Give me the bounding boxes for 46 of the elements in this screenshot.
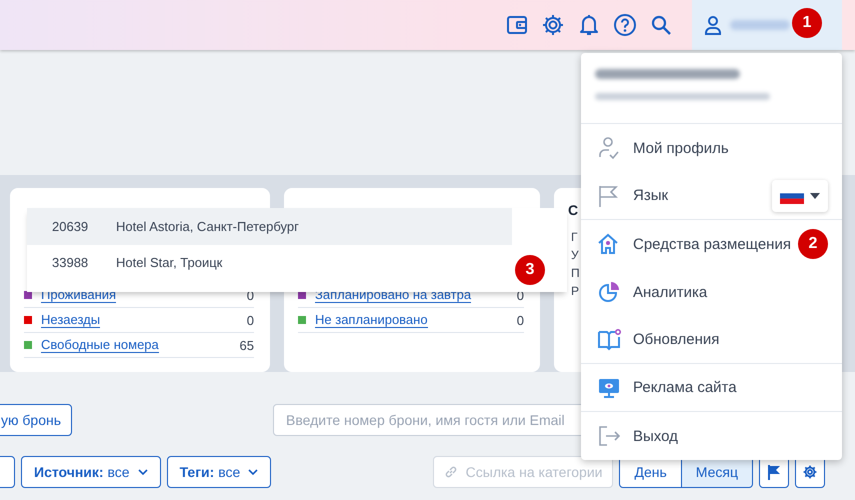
chevron-icon	[248, 469, 258, 475]
chevron-icon	[138, 469, 148, 475]
stat-count: 0	[246, 312, 254, 328]
link-icon	[444, 465, 458, 479]
house-icon	[597, 232, 619, 256]
settings-icon[interactable]	[541, 13, 565, 37]
menu-item[interactable]: Реклама сайта	[633, 379, 737, 396]
callout-badge: 1	[792, 8, 822, 38]
book-icon	[597, 328, 621, 352]
menu-item[interactable]: Выход	[633, 428, 678, 444]
card-line: П	[571, 265, 580, 282]
profile-check-icon	[597, 136, 621, 160]
help-icon[interactable]	[613, 13, 637, 37]
card-title: С	[568, 202, 578, 218]
stat-link[interactable]: Свободные номера	[41, 337, 159, 353]
callout-badge: 2	[798, 229, 828, 259]
stat-link[interactable]: Не запланировано	[315, 312, 428, 328]
hotel-option[interactable]: 20639 Hotel Astoria, Санкт-Петербург	[27, 208, 512, 245]
card-line: Г	[571, 229, 578, 246]
flag-icon	[767, 464, 781, 480]
caret-icon	[810, 192, 820, 198]
new-booking-button[interactable]: ую бронь	[0, 404, 72, 436]
blurred-username	[730, 20, 790, 30]
stat-link[interactable]: Незаезды	[41, 312, 100, 328]
stat-count: 0	[516, 312, 524, 328]
stat-count: 65	[240, 338, 254, 352]
user-menu-button[interactable]: 1	[692, 0, 842, 50]
language-select[interactable]	[772, 180, 828, 212]
menu-item[interactable]: Аналитика	[633, 284, 708, 300]
card-line: У	[571, 247, 579, 264]
menu-item[interactable]: Мой профиль	[633, 140, 729, 156]
menu-item[interactable]: Язык	[633, 187, 668, 204]
callout-badge: 3	[515, 255, 545, 285]
card-line: Р	[571, 283, 580, 300]
person-icon	[704, 15, 722, 35]
wallet-icon[interactable]	[506, 14, 528, 36]
settings-icon	[803, 465, 817, 479]
flag-icon	[597, 184, 619, 208]
menu-item[interactable]: Обновления	[633, 331, 720, 348]
exit-icon	[597, 424, 621, 448]
filter-dropdown[interactable]: Теги: все	[166, 456, 272, 488]
menu-item[interactable]: Средства размещения	[633, 236, 791, 252]
pie-chart-icon	[597, 280, 621, 304]
search-icon[interactable]	[650, 14, 672, 36]
notifications-icon[interactable]	[578, 13, 600, 37]
filter-dropdown[interactable]: Источник: все	[21, 456, 161, 488]
